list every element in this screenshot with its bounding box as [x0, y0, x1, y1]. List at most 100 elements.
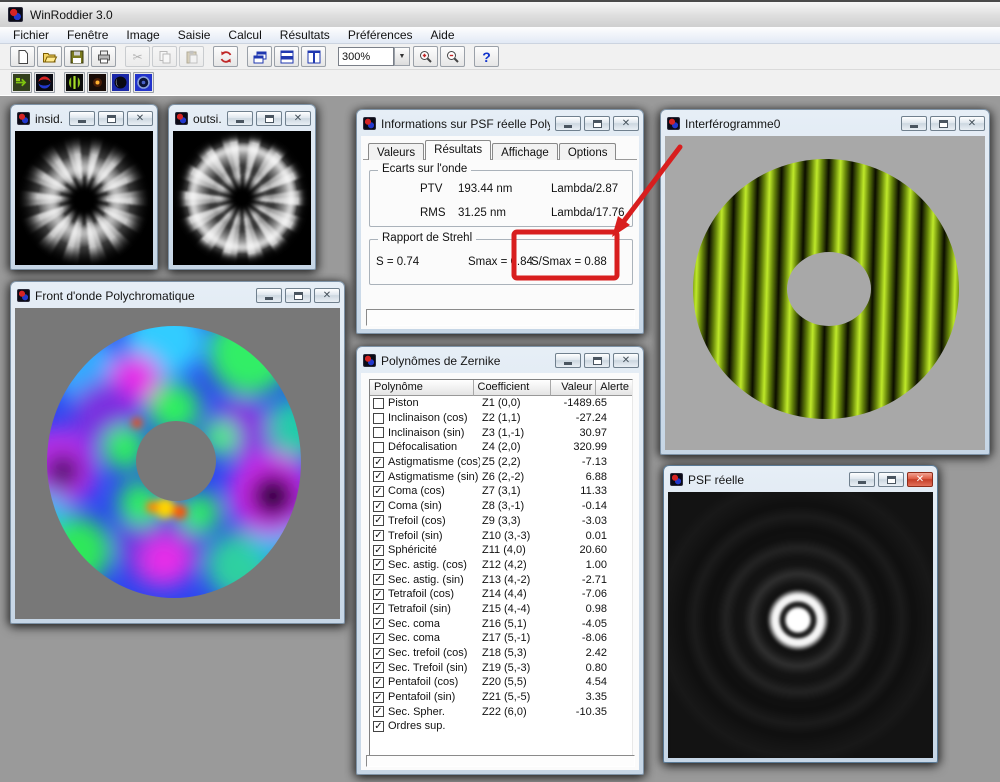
table-row[interactable]: Astigmatisme (cos) Z5 (2,2) -7.13 [370, 455, 632, 470]
table-row[interactable]: Astigmatisme (sin) Z6 (2,-2) 6.88 [370, 469, 632, 484]
tile-vertical-button[interactable] [301, 46, 326, 67]
minimize-button[interactable] [555, 353, 581, 368]
row-checkbox[interactable] [373, 413, 384, 424]
maximize-button[interactable] [285, 288, 311, 303]
paste-button[interactable] [179, 46, 204, 67]
maximize-button[interactable] [98, 111, 124, 126]
titlebar[interactable]: outsi... ✕ [169, 105, 315, 129]
help-button[interactable]: ? [474, 46, 499, 67]
minimize-button[interactable] [256, 288, 282, 303]
save-button[interactable] [64, 46, 89, 67]
refresh-button[interactable] [213, 46, 238, 67]
titlebar[interactable]: insid... ✕ [11, 105, 157, 129]
window-wavefront[interactable]: Front d'onde Polychromatique ✕ [10, 281, 345, 624]
titlebar[interactable]: Polynômes de Zernike ✕ [357, 347, 643, 371]
copy-button[interactable] [152, 46, 177, 67]
zoom-value[interactable]: 300% [338, 47, 394, 66]
column-header-polynome[interactable]: Polynôme [370, 380, 474, 396]
row-checkbox[interactable] [373, 589, 384, 600]
minimize-button[interactable] [849, 472, 875, 487]
menu-item[interactable]: Fenêtre [58, 27, 117, 44]
titlebar[interactable]: PSF réelle ✕ [664, 466, 937, 490]
menu-item[interactable]: Aide [422, 27, 464, 44]
tile-horizontal-button[interactable] [274, 46, 299, 67]
table-row[interactable]: Pentafoil (sin) Z21 (5,-5) 3.35 [370, 690, 632, 705]
row-checkbox[interactable] [373, 486, 384, 497]
minimize-button[interactable] [227, 111, 253, 126]
close-button[interactable]: ✕ [314, 288, 340, 303]
zernike-table[interactable]: Polynôme Coefficient Valeur Alerte Pisto… [369, 379, 633, 760]
row-checkbox[interactable] [373, 471, 384, 482]
table-row[interactable]: Tetrafoil (sin) Z15 (4,-4) 0.98 [370, 602, 632, 617]
table-row[interactable]: Sec. Trefoil (sin) Z19 (5,-3) 0.80 [370, 660, 632, 675]
maximize-button[interactable] [256, 111, 282, 126]
window-psf[interactable]: PSF réelle ✕ [663, 465, 938, 763]
row-checkbox[interactable] [373, 501, 384, 512]
menu-item[interactable]: Calcul [219, 27, 270, 44]
table-row[interactable]: Sec. coma Z16 (5,1) -4.05 [370, 616, 632, 631]
table-row[interactable]: Piston Z1 (0,0) -1489.65 [370, 396, 632, 411]
table-row[interactable]: Sec. astig. (cos) Z12 (4,2) 1.00 [370, 558, 632, 573]
column-header-valeur[interactable]: Valeur [551, 380, 596, 396]
row-checkbox[interactable] [373, 442, 384, 453]
row-checkbox[interactable] [373, 692, 384, 703]
tab-valeurs[interactable]: Valeurs [368, 143, 424, 160]
maximize-button[interactable] [930, 116, 956, 131]
menu-item[interactable]: Image [117, 27, 168, 44]
row-checkbox[interactable] [373, 677, 384, 688]
minimize-button[interactable] [901, 116, 927, 131]
table-row[interactable]: Sec. astig. (sin) Z13 (4,-2) -2.71 [370, 572, 632, 587]
print-button[interactable] [91, 46, 116, 67]
maximize-button[interactable] [584, 116, 610, 131]
menu-item[interactable]: Résultats [271, 27, 339, 44]
titlebar[interactable]: Informations sur PSF réelle Polychro... … [357, 110, 643, 134]
maximize-button[interactable] [878, 472, 904, 487]
titlebar[interactable]: Front d'onde Polychromatique ✕ [11, 282, 344, 306]
row-checkbox[interactable] [373, 398, 384, 409]
table-row[interactable]: Pentafoil (cos) Z20 (5,5) 4.54 [370, 675, 632, 690]
row-checkbox[interactable] [373, 706, 384, 717]
cascade-windows-button[interactable] [247, 46, 272, 67]
titlebar[interactable]: Interférogramme0 ✕ [661, 110, 989, 134]
minimize-button[interactable] [69, 111, 95, 126]
window-outside-image[interactable]: outsi... ✕ [168, 104, 316, 270]
row-checkbox[interactable] [373, 427, 384, 438]
maximize-button[interactable] [584, 353, 610, 368]
row-checkbox[interactable] [373, 530, 384, 541]
interferogram-tool-button[interactable] [64, 72, 85, 93]
table-row[interactable]: Ordres sup. [370, 719, 632, 734]
row-checkbox[interactable] [373, 559, 384, 570]
minimize-button[interactable] [555, 116, 581, 131]
window-psf-info[interactable]: Informations sur PSF réelle Polychro... … [356, 109, 644, 334]
psf-tool-button[interactable] [133, 72, 154, 93]
column-header-alerte[interactable]: Alerte [596, 380, 632, 396]
zoom-dropdown-arrow[interactable]: ▼ [394, 47, 410, 66]
main-titlebar[interactable]: WinRoddier 3.0 [0, 0, 1000, 27]
table-row[interactable]: Coma (sin) Z8 (3,-1) -0.14 [370, 499, 632, 514]
zoom-combobox[interactable]: 300% ▼ [338, 47, 410, 66]
table-row[interactable]: Trefoil (sin) Z10 (3,-3) 0.01 [370, 528, 632, 543]
tab-resultats[interactable]: Résultats [425, 140, 491, 160]
table-row[interactable]: Sec. trefoil (cos) Z18 (5,3) 2.42 [370, 646, 632, 661]
row-checkbox[interactable] [373, 618, 384, 629]
menu-item[interactable]: Préférences [339, 27, 422, 44]
star-image-tool-button[interactable] [87, 72, 108, 93]
table-row[interactable]: Coma (cos) Z7 (3,1) 11.33 [370, 484, 632, 499]
window-inside-image[interactable]: insid... ✕ [10, 104, 158, 270]
table-row[interactable]: Défocalisation Z4 (2,0) 320.99 [370, 440, 632, 455]
open-file-button[interactable] [37, 46, 62, 67]
menu-item[interactable]: Saisie [169, 27, 220, 44]
row-checkbox[interactable] [373, 603, 384, 614]
row-checkbox[interactable] [373, 457, 384, 468]
column-header-coefficient[interactable]: Coefficient [474, 380, 551, 396]
window-interferogram[interactable]: Interférogramme0 ✕ [660, 109, 990, 455]
window-zernike[interactable]: Polynômes de Zernike ✕ Polynôme Coeffici… [356, 346, 644, 775]
row-checkbox[interactable] [373, 574, 384, 585]
tab-affichage[interactable]: Affichage [492, 143, 558, 160]
row-checkbox[interactable] [373, 721, 384, 732]
tab-options[interactable]: Options [559, 143, 617, 160]
row-checkbox[interactable] [373, 662, 384, 673]
cut-button[interactable]: ✂ [125, 46, 150, 67]
new-file-button[interactable] [10, 46, 35, 67]
row-checkbox[interactable] [373, 633, 384, 644]
